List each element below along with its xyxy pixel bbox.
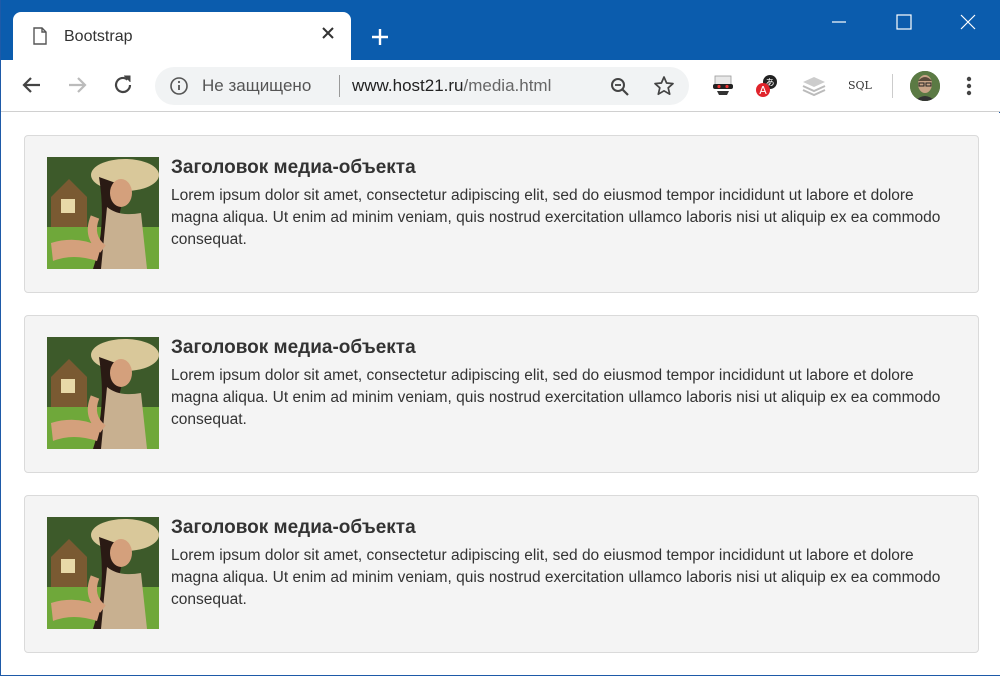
address-divider bbox=[339, 75, 340, 97]
media-object: Заголовок медиа-объекта Lorem ipsum dolo… bbox=[24, 135, 979, 293]
woman-photo-image bbox=[47, 337, 159, 449]
media-body: Заголовок медиа-объекта Lorem ipsum dolo… bbox=[171, 337, 961, 431]
url-path: /media.html bbox=[463, 76, 552, 95]
sql-extension-icon[interactable]: SQL bbox=[848, 79, 872, 92]
media-text: Lorem ipsum dolor sit amet, consectetur … bbox=[171, 187, 941, 248]
media-heading: Заголовок медиа-объекта bbox=[171, 337, 416, 358]
profile-avatar[interactable] bbox=[910, 71, 940, 101]
minimize-icon[interactable] bbox=[827, 10, 851, 34]
browser-toolbar: Не защищено www.host21.ru/media.html あ A… bbox=[1, 60, 1000, 112]
close-window-icon[interactable] bbox=[956, 10, 980, 34]
more-menu-icon[interactable] bbox=[959, 73, 979, 99]
tab-bootstrap[interactable]: Bootstrap bbox=[13, 12, 351, 61]
media-body: Заголовок медиа-объекта Lorem ipsum dolo… bbox=[171, 517, 961, 611]
media-image bbox=[47, 517, 159, 629]
url-host: www.host21.ru bbox=[352, 76, 464, 95]
page-content: Заголовок медиа-объекта Lorem ipsum dolo… bbox=[2, 113, 1000, 675]
bookmark-star-icon[interactable] bbox=[653, 75, 675, 97]
media-object: Заголовок медиа-объекта Lorem ipsum dolo… bbox=[24, 495, 979, 653]
media-heading: Заголовок медиа-объекта bbox=[171, 157, 416, 178]
address-bar[interactable]: Не защищено www.host21.ru/media.html bbox=[155, 67, 689, 105]
close-tab-icon[interactable] bbox=[319, 24, 337, 42]
media-image bbox=[47, 337, 159, 449]
browser-window: Bootstrap Не защищено www.host21.ru/medi… bbox=[0, 0, 1000, 676]
url-text[interactable]: www.host21.ru/media.html bbox=[352, 76, 551, 96]
media-heading: Заголовок медиа-объекта bbox=[171, 517, 416, 538]
title-bar: Bootstrap bbox=[1, 0, 1000, 61]
media-image bbox=[47, 157, 159, 269]
mask-extension-icon[interactable] bbox=[710, 73, 736, 99]
reload-icon[interactable] bbox=[110, 72, 136, 98]
media-text: Lorem ipsum dolor sit amet, consectetur … bbox=[171, 547, 941, 608]
svg-text:A: A bbox=[759, 84, 767, 97]
maximize-icon[interactable] bbox=[892, 10, 916, 34]
forward-arrow-icon[interactable] bbox=[64, 72, 90, 98]
toolbar-divider bbox=[892, 74, 893, 98]
security-status[interactable]: Не защищено bbox=[202, 76, 311, 96]
tab-title: Bootstrap bbox=[64, 28, 133, 45]
zoom-icon[interactable] bbox=[609, 76, 631, 98]
translate-extension-icon[interactable]: あ A bbox=[754, 73, 780, 99]
document-icon bbox=[33, 27, 47, 45]
media-text: Lorem ipsum dolor sit amet, consectetur … bbox=[171, 367, 941, 428]
woman-photo-image bbox=[47, 157, 159, 269]
woman-photo-image bbox=[47, 517, 159, 629]
new-tab-icon[interactable] bbox=[369, 26, 391, 48]
back-arrow-icon[interactable] bbox=[19, 72, 45, 98]
media-object: Заголовок медиа-объекта Lorem ipsum dolo… bbox=[24, 315, 979, 473]
info-icon[interactable] bbox=[169, 76, 189, 96]
layers-extension-icon[interactable] bbox=[801, 73, 827, 99]
media-body: Заголовок медиа-объекта Lorem ipsum dolo… bbox=[171, 157, 961, 251]
avatar-image bbox=[910, 71, 940, 101]
